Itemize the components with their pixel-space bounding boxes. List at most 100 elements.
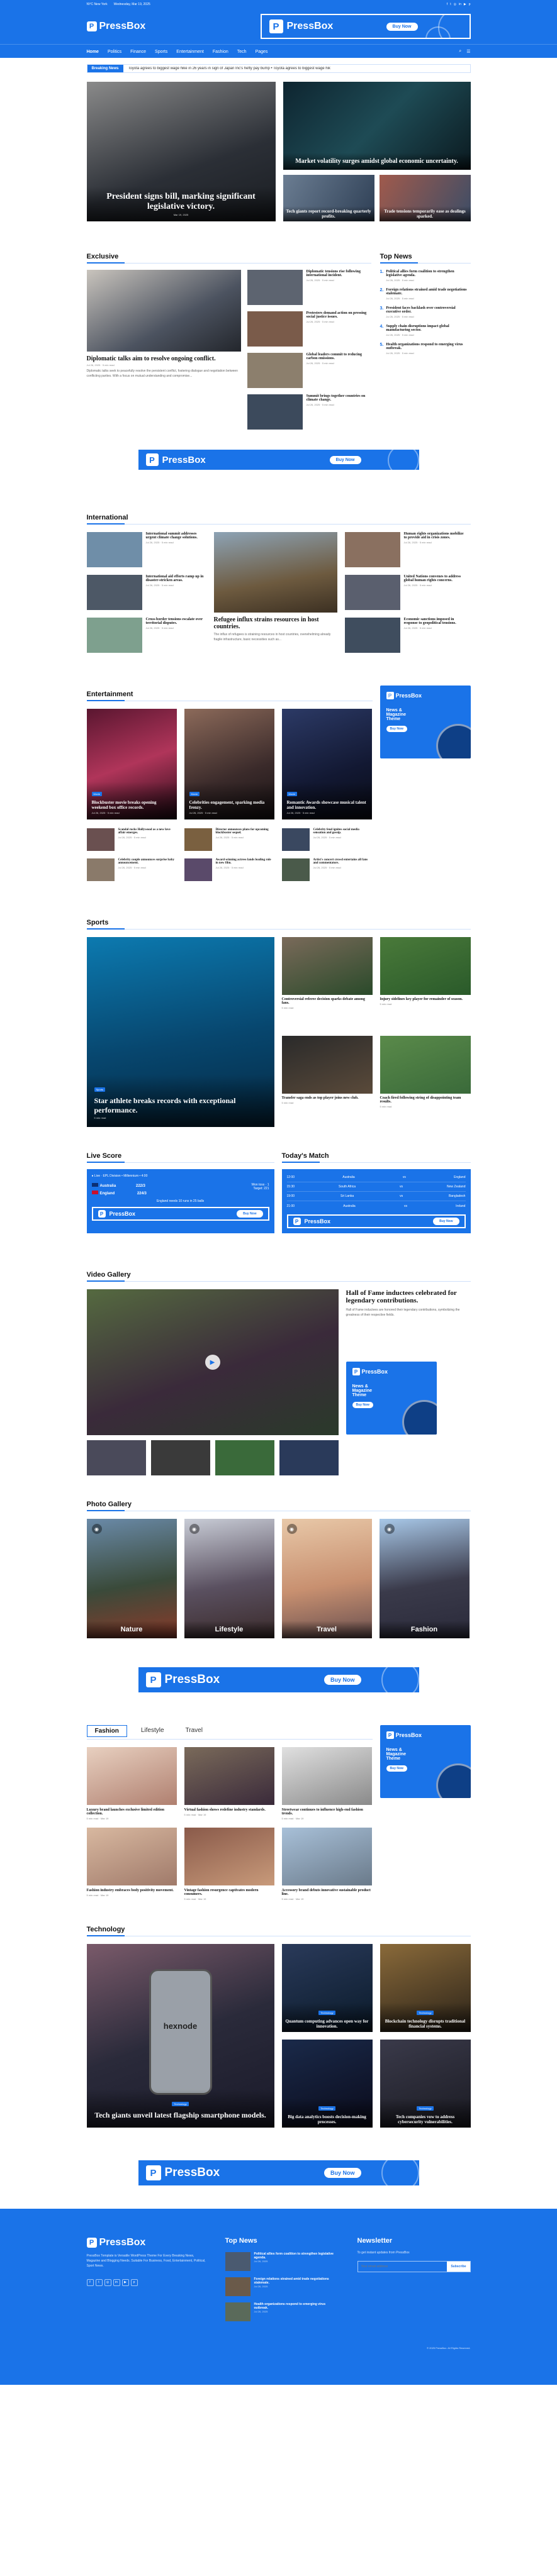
video-thumb[interactable] <box>86 1440 146 1475</box>
hero-main-card[interactable]: President signs bill, marking significan… <box>86 82 276 221</box>
exclusive-main-title[interactable]: Diplomatic talks aim to resolve ongoing … <box>87 355 241 362</box>
tab-travel[interactable]: Travel <box>178 1725 210 1737</box>
category-tag[interactable]: Movie <box>91 792 103 796</box>
fashion-card[interactable]: Vintage fashion resurgence captivates mo… <box>184 1828 274 1901</box>
card-title[interactable]: Controversial referee decision sparks de… <box>282 997 373 1005</box>
entertainment-card[interactable]: Movie Celebrities engagement, sparking me… <box>184 709 274 819</box>
tech-main-title[interactable]: Tech giants unveil latest flagship smart… <box>94 2111 267 2120</box>
sidebar-ad[interactable]: P PressBox News & Magazine Theme Buy Now <box>346 1362 437 1435</box>
entertainment-card[interactable]: Movie Blockbuster movie breaks opening we… <box>86 709 177 819</box>
list-item[interactable]: Celebrity couple announces surprise baby… <box>86 858 177 881</box>
list-item-title[interactable]: Supply chain disruptions impact global m… <box>386 325 470 332</box>
youtube-icon[interactable]: ▶ <box>464 3 466 6</box>
ad-banner[interactable]: P PressBox Buy Now <box>91 1207 269 1221</box>
fashion-card[interactable]: Virtual fashion shows redefine industry … <box>184 1747 274 1820</box>
ad-buy-button[interactable]: Buy Now <box>386 1765 407 1772</box>
site-logo[interactable]: P PressBox <box>86 21 145 32</box>
match-row[interactable]: 15:30 South Africa vs New Zealand <box>286 1182 466 1192</box>
list-item-title[interactable]: Summit brings together countries on clim… <box>307 394 371 402</box>
fashion-card[interactable]: Luxury brand launches exclusive limited … <box>86 1747 177 1820</box>
list-item-title[interactable]: Protesters demand action on pressing soc… <box>307 311 371 319</box>
list-item-title[interactable]: Award-winning actress lands leading role… <box>216 858 274 865</box>
video-headline[interactable]: Hall of Fame inductees celebrated for le… <box>346 1289 471 1304</box>
exclusive-main-image[interactable] <box>86 270 241 352</box>
list-item-title[interactable]: Celebrity couple announces surprise baby… <box>118 858 177 865</box>
gallery-label[interactable]: Nature <box>92 1626 172 1633</box>
match-row[interactable]: 19:00 Sri Lanka vs Bangladesh <box>286 1192 466 1201</box>
tab-lifestyle[interactable]: Lifestyle <box>133 1725 172 1737</box>
category-tag[interactable]: Technology <box>417 2011 434 2015</box>
live-score-widget[interactable]: ● Live · EPL Division • Millennium • 4:0… <box>86 1169 274 1233</box>
card-title[interactable]: Luxury brand launches exclusive limited … <box>87 1808 177 1816</box>
category-tag[interactable]: Technology <box>172 2102 189 2106</box>
list-item[interactable]: Political allies form coalition to stren… <box>225 2252 339 2271</box>
ad-banner[interactable]: P PressBox Buy Now <box>137 2159 420 2187</box>
menu-icon[interactable]: ☰ <box>466 49 470 54</box>
ad-buy-button[interactable]: Buy Now <box>433 1218 459 1225</box>
sports-card[interactable]: Controversial referee decision sparks de… <box>281 937 373 1028</box>
list-item[interactable]: Protesters demand action on pressing soc… <box>247 311 371 347</box>
ad-banner[interactable]: P PressBox Buy Now <box>286 1214 466 1228</box>
list-item-title[interactable]: Human rights organizations mobilize to p… <box>404 532 464 540</box>
tech-main-card[interactable]: hexnode Technology Tech giants unveil lat… <box>86 1944 274 2128</box>
list-item[interactable]: 1. Political allies form coalition to str… <box>380 270 471 282</box>
ad-buy-button[interactable]: Buy Now <box>352 1402 373 1408</box>
list-item-title[interactable]: Artist's concert crowd entertains all fa… <box>313 858 372 865</box>
gallery-card[interactable]: ◉ Nature <box>86 1519 177 1638</box>
category-tag[interactable]: Technology <box>417 2106 434 2111</box>
ad-banner[interactable]: P PressBox Buy Now <box>137 448 420 471</box>
card-title[interactable]: Streetwear continues to influence high-e… <box>282 1808 372 1816</box>
list-item-title[interactable]: International summit addresses urgent cl… <box>146 532 206 540</box>
list-item-title[interactable]: Diplomatic tensions rise following inter… <box>307 270 371 277</box>
sports-card[interactable]: Injury sidelines key player for remainde… <box>380 937 471 1028</box>
nav-item-sports[interactable]: Sports <box>155 50 167 54</box>
hero-main-title[interactable]: President signs bill, marking significan… <box>92 192 271 212</box>
list-item[interactable]: Director announces plans for upcoming bl… <box>184 828 274 851</box>
card-title[interactable]: Virtual fashion shows redefine industry … <box>184 1808 274 1812</box>
hero-small-title[interactable]: Trade tensions temporarily ease as deali… <box>382 209 468 219</box>
tech-card[interactable]: Technology Tech companies vow to address … <box>380 2040 471 2128</box>
list-item-title[interactable]: Health organizations respond to emerging… <box>254 2302 339 2310</box>
card-title[interactable]: Accessory brand debuts innovative sustai… <box>282 1889 372 1896</box>
card-title[interactable]: Quantum computing advances open way for … <box>285 2019 369 2029</box>
list-item-title[interactable]: Cross-border tensions escalate over terr… <box>146 618 206 625</box>
video-thumb[interactable] <box>150 1440 210 1475</box>
card-title[interactable]: Big data analytics boosts decision-makin… <box>285 2114 369 2124</box>
sports-card[interactable]: Transfer saga ends as top player joins n… <box>281 1036 373 1127</box>
hero-small-title[interactable]: Tech giants report record-breaking quart… <box>286 209 372 219</box>
list-item[interactable]: 2. Foreign relations strained amid trade … <box>380 288 471 300</box>
card-title[interactable]: Transfer saga ends as top player joins n… <box>282 1096 373 1100</box>
list-item[interactable]: 3. President faces backlash over controve… <box>380 306 471 318</box>
ad-buy-button[interactable]: Buy Now <box>329 455 361 464</box>
linkedin-icon[interactable]: in <box>113 2279 120 2286</box>
tech-card[interactable]: Technology Quantum computing advances ope… <box>281 1944 373 2032</box>
nav-item-entertainment[interactable]: Entertainment <box>176 50 204 54</box>
list-item[interactable]: Human rights organizations mobilize to p… <box>344 532 464 567</box>
list-item[interactable]: International aid efforts ramp up in dis… <box>86 575 206 610</box>
ad-buy-button[interactable]: Buy Now <box>386 22 418 31</box>
gallery-card[interactable]: ◉ Fashion <box>379 1519 470 1638</box>
international-main-image[interactable] <box>213 532 337 613</box>
gallery-label[interactable]: Fashion <box>385 1626 464 1633</box>
footer-logo[interactable]: P PressBox <box>86 2237 206 2248</box>
sports-main-card[interactable]: Sports Star athlete breaks records with e… <box>86 937 274 1127</box>
email-field[interactable] <box>357 2262 447 2272</box>
video-thumb[interactable] <box>279 1440 339 1475</box>
list-item-title[interactable]: Director announces plans for upcoming bl… <box>216 828 274 835</box>
youtube-icon[interactable]: ▶ <box>121 2279 129 2286</box>
instagram-icon[interactable]: ◎ <box>104 2279 111 2286</box>
linkedin-icon[interactable]: in <box>459 3 461 6</box>
list-item-title[interactable]: President faces backlash over controvers… <box>386 306 470 314</box>
card-title[interactable]: Vintage fashion resurgence captivates mo… <box>184 1889 274 1896</box>
card-title[interactable]: Injury sidelines key player for remainde… <box>380 997 471 1001</box>
list-item-title[interactable]: International aid efforts ramp up in dis… <box>146 575 206 582</box>
video-player[interactable]: ▶ <box>86 1289 339 1435</box>
international-main-title[interactable]: Refugee influx strains resources in host… <box>214 616 337 630</box>
category-tag[interactable]: Technology <box>318 2106 335 2111</box>
card-title[interactable]: Coach fired following string of disappoi… <box>380 1096 471 1104</box>
facebook-icon[interactable]: f <box>86 2279 94 2286</box>
sidebar-ad[interactable]: P PressBox News & Magazine Theme Buy Now <box>380 1725 471 1798</box>
category-tag[interactable]: Technology <box>318 2011 335 2015</box>
ad-banner[interactable]: P PressBox Buy Now <box>137 1666 420 1694</box>
list-item[interactable]: Celebrity feud ignites social media sens… <box>281 828 372 851</box>
